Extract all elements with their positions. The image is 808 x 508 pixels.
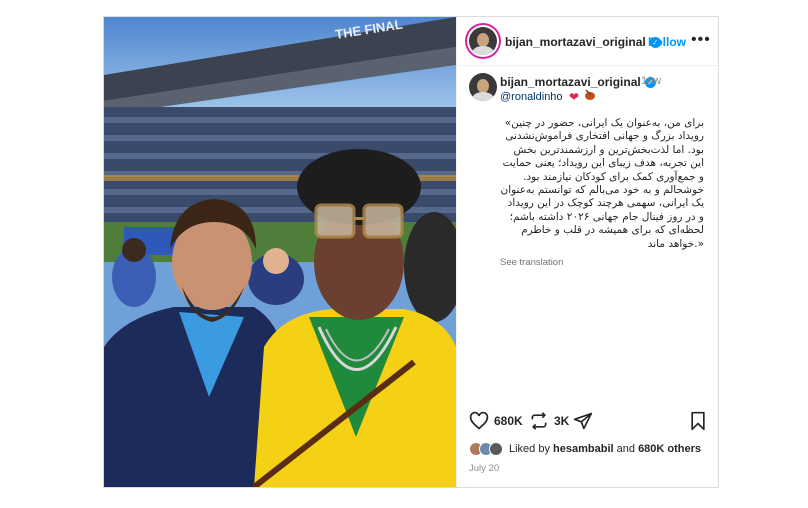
like-count: 680K [494,414,523,428]
instagram-post-card: THE FINAL bijan_mortazavi_original ✓ Fol… [103,16,719,488]
liked-by-user[interactable]: hesambabil [553,443,614,455]
liked-by-prefix: Liked by [509,443,550,455]
liked-by-and: and [616,443,635,455]
caption-line: «.خواهد ماند [647,237,704,250]
mention-link[interactable]: @ronaldinho [500,91,563,103]
post-time[interactable]: 10w [641,75,661,87]
share-button[interactable] [573,411,593,431]
repost-count: 3K [554,414,570,428]
heart-emoji: ❤ [569,90,580,104]
repost-button[interactable]: 3K [529,411,569,431]
like-button[interactable]: 680K [469,411,523,431]
caption-line: و در روز فینال جام جهانی ۲۰۲۶ داشته باشم… [509,210,704,223]
liked-by-row: Liked by hesambabil and 680K others [469,441,719,457]
more-options-icon[interactable]: ••• [691,31,711,49]
caption-line: لحظه‌ای که برای همیشه در قلب و خاطرم [521,224,704,237]
see-translation-link[interactable]: See translation [500,257,563,268]
bookmark-icon [691,411,705,431]
caption-line: یک ایرانی، سهمی هرچند کوچک در این رویداد [507,197,704,210]
caption-line: و جمع‌آوری کمک برای کودکان نیازمند بود. [523,170,704,183]
liker-avatar[interactable] [489,442,503,456]
author-username[interactable]: bijan_mortazavi_original ✓ [505,35,661,49]
caption-username[interactable]: bijan_mortazavi_original ✓ [500,75,656,89]
caption-text: برای من، به‌عنوان یک ایرانی، حضور در چنی… [500,117,704,251]
post-photo[interactable]: THE FINAL [104,17,456,487]
heart-icon [469,411,489,430]
drum-emoji [585,89,595,100]
save-button[interactable] [689,411,707,431]
post-side-panel: bijan_mortazavi_original ✓ Follow ••• bij… [456,17,719,487]
caption-line: بود. اما لذت‌بخش‌ترین و ارزشمندترین بخش [513,143,705,156]
caption-line: این تجربه، هدف زیبای این رویداد؛ یعنی حم… [502,157,704,170]
caption-line: برای من، به‌عنوان یک ایرانی، حضور در چنی… [504,117,704,129]
liked-by-others[interactable]: 680K others [638,443,701,455]
post-date[interactable]: July 20 [469,463,499,474]
repost-icon [531,412,547,430]
follow-button[interactable]: Follow [648,35,686,49]
caption-author-avatar[interactable] [469,73,497,101]
selfie-image: THE FINAL [104,17,456,487]
author-avatar[interactable] [469,27,497,55]
caption-line: رویداد بزرگ و جهانی افتخاری فراموش‌نشدنی [505,130,704,143]
post-header: bijan_mortazavi_original ✓ Follow ••• [457,17,719,66]
share-icon [573,412,593,430]
caption-line: خوشحالم و به خود می‌بالم که توانستم به‌ع… [500,184,704,197]
action-bar: 680K 3K [457,411,719,431]
